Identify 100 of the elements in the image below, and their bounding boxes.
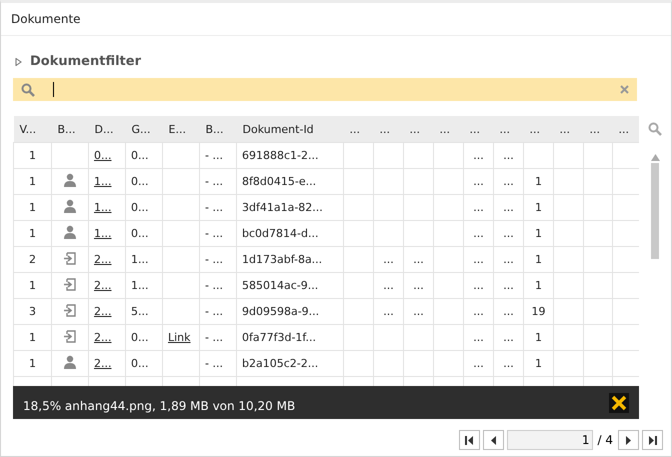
- table-cell: 1: [14, 168, 52, 194]
- column-header[interactable]: Dokument-Id: [236, 116, 344, 142]
- scrollbar-thumb[interactable]: [651, 163, 660, 259]
- column-header[interactable]: ...: [374, 116, 404, 142]
- table-cell: 1: [524, 350, 554, 376]
- column-header[interactable]: ...: [584, 116, 612, 142]
- column-header[interactable]: B...: [52, 116, 88, 142]
- column-header[interactable]: D...: [88, 116, 126, 142]
- upload-message: 18,5% anhang44.png, 1,89 MB von 10,20 MB: [23, 398, 296, 412]
- table-cell: ...: [404, 272, 434, 298]
- table-cell: ...: [464, 324, 494, 350]
- table-cell: ...: [494, 298, 524, 324]
- table-cell: ...: [374, 246, 404, 272]
- person-icon: [63, 225, 77, 239]
- scroll-up-icon[interactable]: [650, 154, 660, 161]
- table-cell: ...: [494, 350, 524, 376]
- search-field[interactable]: [13, 78, 637, 101]
- expand-icon[interactable]: [15, 58, 22, 66]
- table-cell: ...: [464, 194, 494, 220]
- column-header[interactable]: ...: [554, 116, 584, 142]
- column-header[interactable]: B...: [200, 116, 236, 142]
- column-header[interactable]: ...: [464, 116, 494, 142]
- first-page-button[interactable]: [458, 430, 480, 450]
- last-page-icon: [648, 436, 656, 444]
- close-button[interactable]: [609, 392, 630, 412]
- table-cell: ...: [404, 298, 434, 324]
- table-cell: 1: [524, 272, 554, 298]
- table-cell: 0fa77f3d-1f...: [236, 324, 344, 350]
- table-cell: 1: [14, 324, 52, 350]
- column-header[interactable]: ...: [494, 116, 524, 142]
- page-field[interactable]: 1: [506, 430, 592, 450]
- table-cell: 9d09598a-9...: [236, 298, 344, 324]
- table-cell: - ...: [200, 194, 236, 220]
- table-cell: - ...: [200, 142, 236, 168]
- column-header[interactable]: ...: [524, 116, 554, 142]
- table-cell: 1: [14, 220, 52, 246]
- table-cell: ...: [494, 220, 524, 246]
- table-cell: ...: [494, 194, 524, 220]
- table-cell: 19: [524, 298, 554, 324]
- table-cell: 585014ac-9...: [236, 272, 344, 298]
- import-icon: [64, 330, 76, 342]
- page-total: / 4: [598, 433, 613, 447]
- table-cell: 1: [524, 324, 554, 350]
- previous-page-button[interactable]: [482, 430, 504, 450]
- previous-page-icon: [489, 436, 497, 444]
- next-page-icon: [624, 436, 632, 444]
- table-cell: 0...: [126, 168, 162, 194]
- table-cell: - ...: [200, 246, 236, 272]
- import-icon: [64, 278, 76, 290]
- table-cell: 0...: [126, 350, 162, 376]
- table-cell: 3: [14, 298, 52, 324]
- search-icon: [21, 82, 35, 96]
- table-cell: 1: [14, 350, 52, 376]
- table-cell: ...: [464, 272, 494, 298]
- table-cell: 0...: [126, 142, 162, 168]
- table-cell: 1: [524, 168, 554, 194]
- table-cell: ...: [464, 298, 494, 324]
- table-cell: b2a105c2-2...: [236, 350, 344, 376]
- table-cell: 1: [524, 220, 554, 246]
- table-cell: 2: [14, 246, 52, 272]
- table-cell: ...: [374, 298, 404, 324]
- filter-label[interactable]: Dokumentfilter: [30, 54, 141, 69]
- person-icon: [63, 199, 77, 213]
- table-cell: ...: [464, 168, 494, 194]
- column-header[interactable]: G...: [126, 116, 162, 142]
- table-cell: - ...: [200, 324, 236, 350]
- column-header[interactable]: ...: [404, 116, 434, 142]
- column-header[interactable]: V...: [14, 116, 52, 142]
- table-cell: ...: [464, 350, 494, 376]
- table-cell: - ...: [200, 272, 236, 298]
- table-cell: 1...: [126, 246, 162, 272]
- clear-icon[interactable]: [620, 85, 629, 94]
- table-cell: 1: [14, 142, 52, 168]
- table-cell: 0...: [126, 194, 162, 220]
- table-cell: 1d173abf-8a...: [236, 246, 344, 272]
- table-cell: ...: [494, 246, 524, 272]
- column-header[interactable]: ...: [434, 116, 464, 142]
- next-page-button[interactable]: [618, 430, 639, 450]
- column-header[interactable]: ...: [612, 116, 640, 142]
- table-cell: 3df41a1a-82...: [236, 194, 344, 220]
- table-cell: 691888c1-2...: [236, 142, 344, 168]
- table-cell: ...: [494, 324, 524, 350]
- table-cell: 0...: [126, 220, 162, 246]
- table-cell: - ...: [200, 168, 236, 194]
- table-cell: - ...: [200, 298, 236, 324]
- panel-title: Dokumente: [1, 3, 671, 36]
- table-cell: ...: [494, 168, 524, 194]
- table-cell: - ...: [200, 220, 236, 246]
- table-cell: 1: [524, 194, 554, 220]
- table-cell: 1: [524, 246, 554, 272]
- table-cell: 5...: [126, 298, 162, 324]
- person-icon: [63, 355, 77, 369]
- last-page-button[interactable]: [642, 430, 663, 450]
- column-header[interactable]: ...: [344, 116, 374, 142]
- search-icon: [648, 122, 662, 136]
- table-cell: 1...: [126, 272, 162, 298]
- first-page-icon: [465, 436, 473, 444]
- column-header[interactable]: E...: [162, 116, 200, 142]
- import-icon: [64, 252, 76, 264]
- table-cell: 1: [14, 272, 52, 298]
